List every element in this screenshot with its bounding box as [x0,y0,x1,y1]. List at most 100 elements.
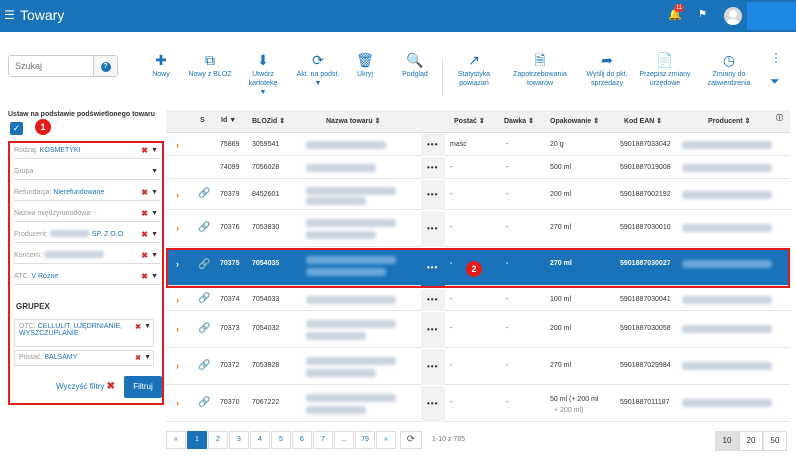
clear-filters-button[interactable]: Wyczyść filtry ✖ [56,381,115,392]
more-vertical-icon[interactable]: ⋮ [770,52,782,64]
help-button[interactable]: ? [93,56,117,76]
page-button[interactable]: 5 [271,431,291,449]
send-to-pos-button[interactable]: ➦ Wyślij do pkt. sprzedaży [584,52,630,88]
page-button[interactable]: 79 [355,431,375,449]
hamburger-icon[interactable]: ☰ [4,8,15,22]
refresh-button[interactable]: ⟳ [400,431,422,449]
page-button[interactable]: 6 [292,431,312,449]
page-button[interactable]: 1 [187,431,207,449]
table-row[interactable]: › 🔗 70373 7054032 ••• - - 200 ml 5901887… [166,312,790,348]
link-icon[interactable]: 🔗 [198,222,210,233]
col-bloz[interactable]: BLOZid ⇕ [252,117,285,125]
hide-button[interactable]: 🗑 Ukryj [353,52,377,79]
page-size-button[interactable]: 10 [715,431,739,451]
link-icon[interactable]: 🔗 [198,323,210,334]
link-icon[interactable]: 🔗 [198,188,210,199]
more-button[interactable]: ••• [421,386,445,422]
chevron-down-icon: ▼ [151,168,158,175]
update-based-button[interactable]: ⟳ Akt. na podst. ▼ [293,52,343,88]
page-button[interactable]: 2 [208,431,228,449]
new-from-bloz-button[interactable]: ⧉ Nowy z BLOZ [188,52,232,79]
more-button[interactable]: ••• [421,157,445,179]
table-row[interactable]: › 🔗 70370 7067222 ••• - - 50 ml (+ 200 m… [166,386,790,422]
clear-icon[interactable]: ✖ [135,354,141,362]
clear-icon[interactable]: ✖ [135,323,141,331]
table-row[interactable]: › 🔗 70376 7053830 ••• - - 270 ml 5901887… [166,211,790,247]
chevron-down-icon: ▼ [151,231,158,238]
create-card-button[interactable]: ⬇ Utwórz kartotekę ▼ [238,52,288,97]
stats-button[interactable]: ↗ Statystyka powiązań [452,52,496,88]
col-id[interactable]: Id ▼ [221,117,236,124]
col-producent[interactable]: Producent ⇕ [708,117,750,125]
table-row[interactable]: › 🔗 70374 7054033 ••• - - 100 ml 5901887… [166,289,790,311]
more-button[interactable]: ••• [421,180,445,210]
table-row[interactable]: › 🔗 70372 7053828 ••• - - 270 ml 5901887… [166,349,790,385]
page-button[interactable]: 7 [313,431,333,449]
changes-to-approve-button[interactable]: ◷ Zmiany do zatwierdzenia [702,52,756,88]
prev-page-button[interactable]: « [166,431,186,449]
sort-icon: ⇕ [744,118,751,125]
page-button[interactable]: 3 [229,431,249,449]
col-opakowanie[interactable]: Opakowanie ⇕ [550,117,599,125]
requirements-button[interactable]: 🗎 Zapotrzebowania towarów [510,52,570,88]
user-name-box[interactable] [747,2,796,30]
expand-arrow-icon[interactable]: › [176,361,179,371]
filter-producent[interactable]: Producent: SP. Z O.O ✖ ▼ [14,227,160,243]
clear-icon[interactable]: ✖ [141,185,148,201]
col-postac[interactable]: Postać ⇕ [454,117,485,125]
col-nazwa[interactable]: Nazwa towaru ⇕ [326,117,381,125]
clear-icon[interactable]: ✖ [141,143,148,159]
avatar[interactable] [724,7,742,25]
link-icon[interactable]: 🔗 [198,360,210,371]
page-size-button[interactable]: 50 [763,431,787,451]
new-button[interactable]: ✚ Nowy [148,52,174,79]
filter-koncern[interactable]: Koncern: ✖ ▼ [14,248,160,264]
page-size-button[interactable]: 20 [739,431,763,451]
more-button[interactable]: ••• [421,134,445,156]
filter-grupa[interactable]: Grupa ▼ [14,164,160,180]
link-icon[interactable]: 🔗 [198,293,210,304]
filter-rodzaj[interactable]: Rodzaj: KOSMETYKI ✖ ▼ [14,143,160,159]
expand-arrow-icon[interactable]: › [176,295,179,305]
preview-button[interactable]: 🔍 Podgląd [398,52,432,79]
table-row[interactable]: › 75869 3059541 ••• maść - 20 g 59018870… [166,134,790,156]
col-s[interactable]: S [200,117,205,124]
expand-arrow-icon[interactable]: › [176,324,179,334]
col-ean[interactable]: Kod EAN ⇕ [624,117,662,125]
refresh-icon: ⟳ [312,52,324,68]
expand-arrow-icon[interactable]: › [176,140,179,150]
page-button[interactable]: 4 [250,431,270,449]
table-row[interactable]: 74099 7056028 ••• - - 500 ml 59018870190… [166,157,790,179]
set-from-highlighted-checkbox[interactable]: ✓ [10,122,23,135]
sort-icon: ⇕ [374,118,381,125]
redacted-text [306,369,376,377]
filter-icon[interactable]: ⏷ [770,74,782,89]
filter-atc[interactable]: ATC: V Różne ✖ ▼ [14,269,160,285]
clear-icon[interactable]: ✖ [141,227,148,243]
more-button[interactable]: ••• [421,289,445,311]
official-changes-button[interactable]: 📄 Przepisz zmiany urzędowe [638,52,692,88]
apply-filter-button[interactable]: Filtruj [124,376,162,398]
page-title: Towary [20,7,65,23]
link-icon[interactable]: 🔗 [198,397,210,408]
info-icon[interactable]: ⓘ [776,113,783,123]
table-row[interactable]: › 🔗 70379 8452601 ••• - - 200 ml 5901887… [166,180,790,210]
expand-arrow-icon[interactable]: › [176,223,179,233]
col-dawka[interactable]: Dawka ⇕ [504,117,534,125]
more-button[interactable]: ••• [421,349,445,385]
more-button[interactable]: ••• [421,312,445,348]
redacted-text [306,231,376,239]
filter-postac[interactable]: Postać: BALSAMY ✖ ▼ [14,350,154,366]
filter-nazwa-miedzynarodowa[interactable]: Nazwa międzynarodowa: - ✖ ▼ [14,206,160,222]
filter-refundacja[interactable]: Refundacja: Nierefundowane ✖ ▼ [14,185,160,201]
clear-icon[interactable]: ✖ [141,206,148,222]
filter-otc[interactable]: OTC: CELLULIT, UJĘDRNIANIE, WYSZCZUPLANI… [14,319,154,347]
expand-arrow-icon[interactable]: › [176,190,179,200]
clear-icon[interactable]: ✖ [141,269,148,285]
flag-icon[interactable]: ⚑ [698,9,707,20]
search-input[interactable] [9,56,93,76]
expand-arrow-icon[interactable]: › [176,398,179,408]
more-button[interactable]: ••• [421,211,445,247]
next-page-button[interactable]: » [376,431,396,449]
clear-icon[interactable]: ✖ [141,248,148,264]
